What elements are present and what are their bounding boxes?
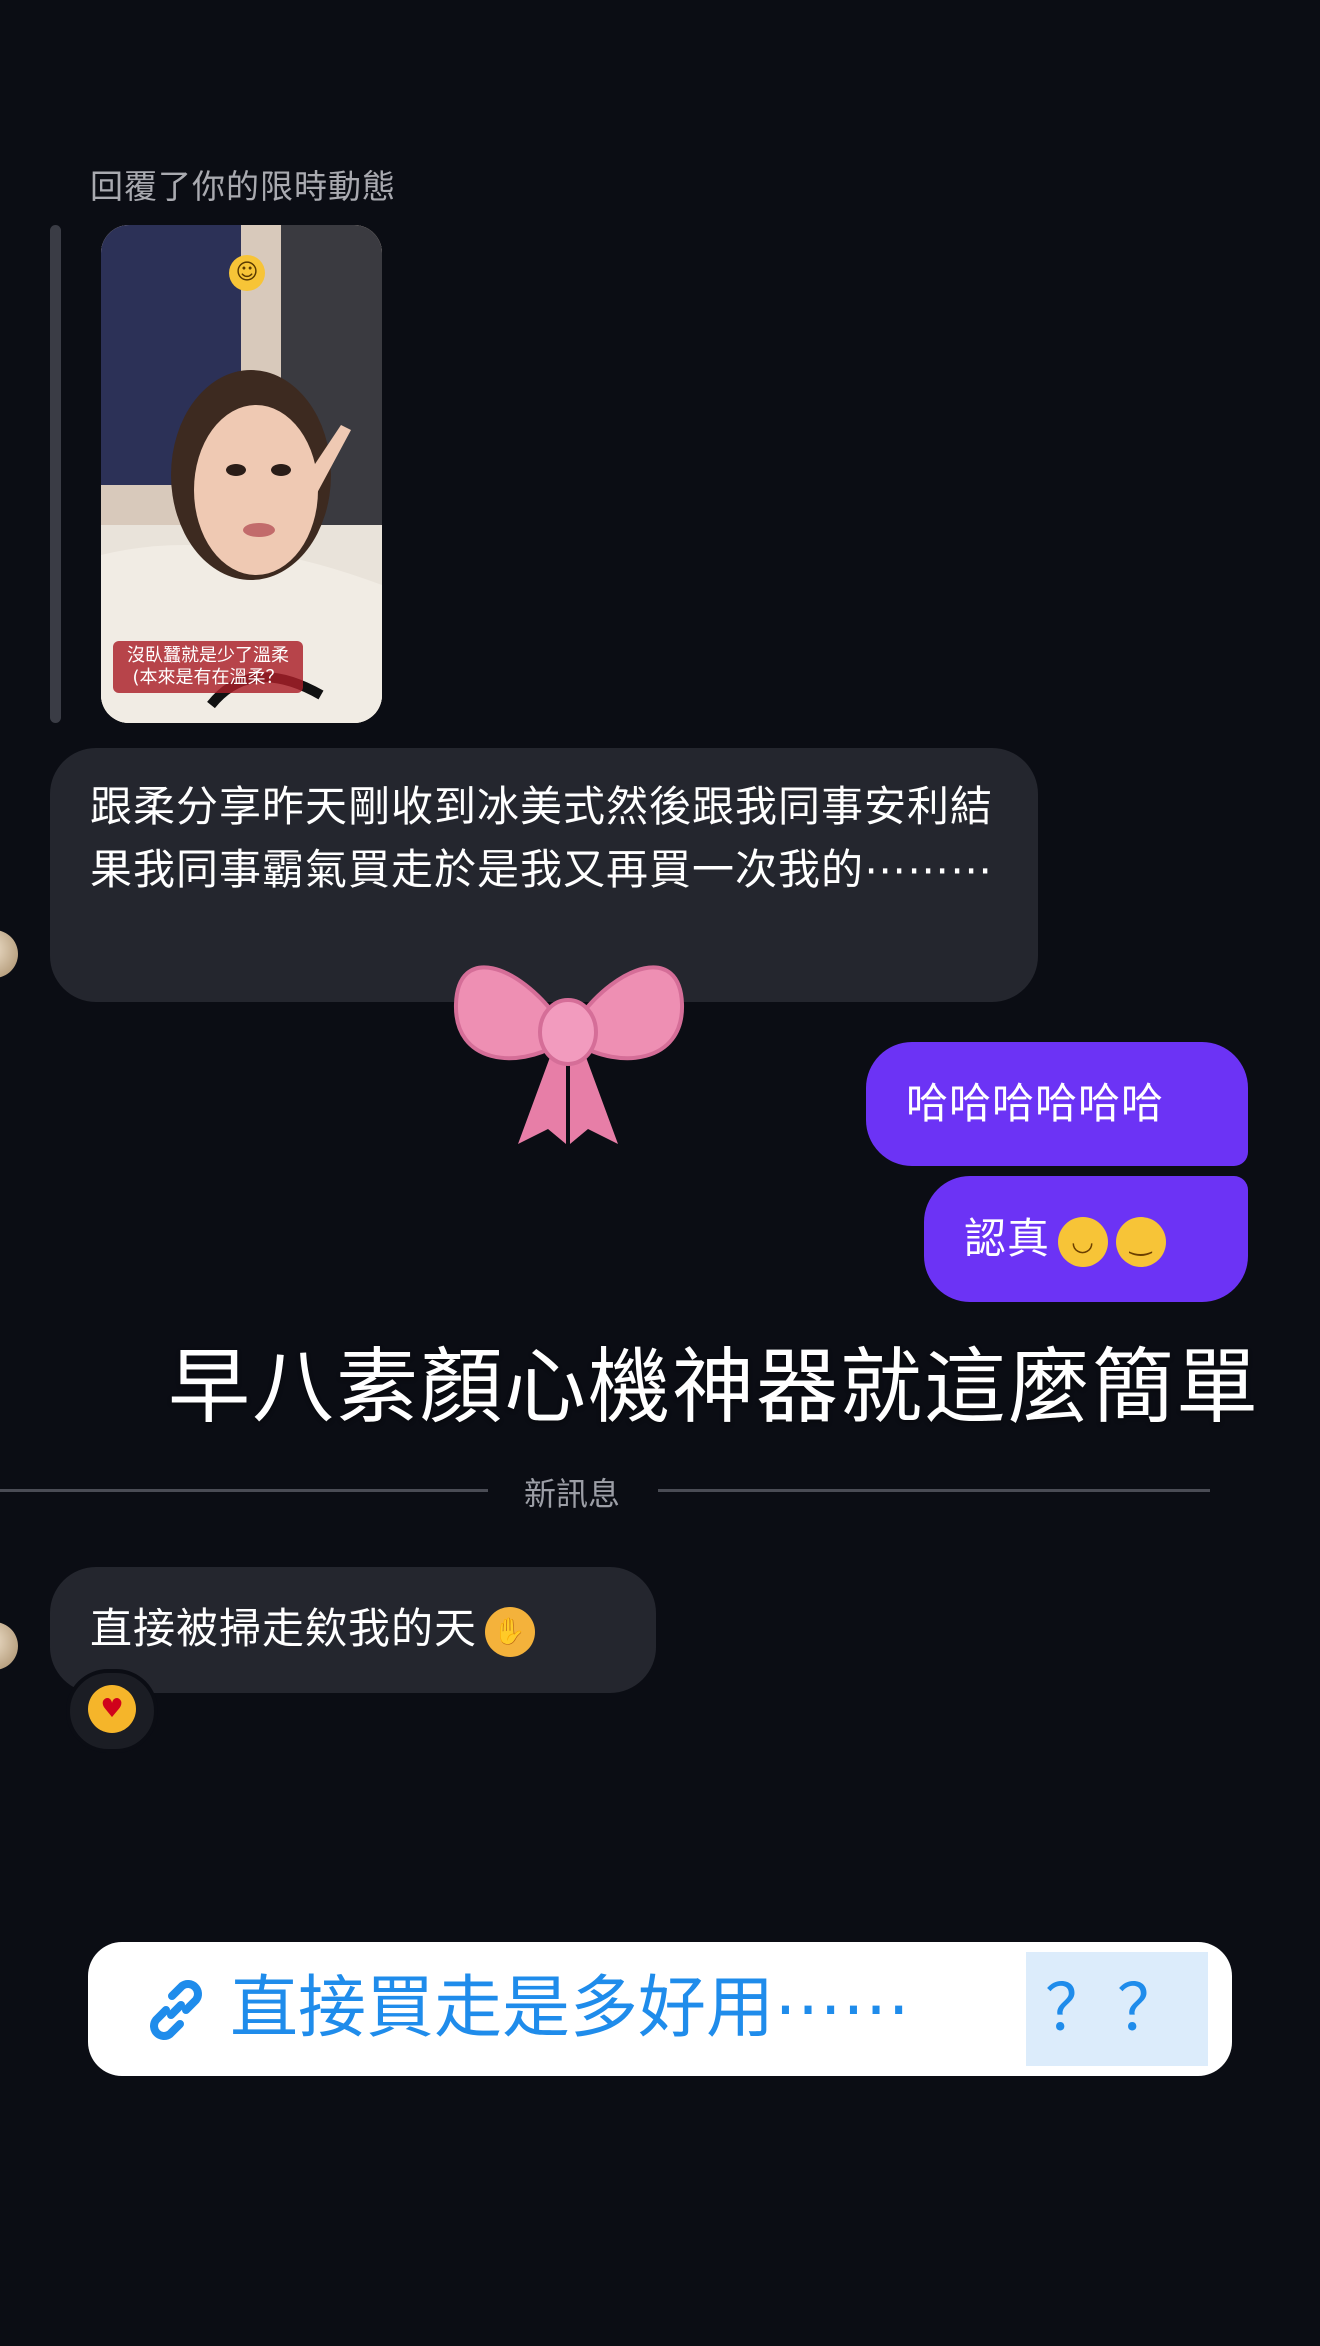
link-sticker[interactable]: 直接買走是多好用⋯⋯ ？？ bbox=[88, 1942, 1232, 2076]
sender-avatar[interactable] bbox=[0, 1622, 18, 1670]
link-icon bbox=[150, 1980, 202, 2040]
new-messages-divider: 新訊息 bbox=[523, 1475, 620, 1513]
link-sticker-question-marks: ？？ bbox=[1026, 1952, 1208, 2066]
story-caption-line-1: 沒臥蠶就是少了溫柔 bbox=[127, 645, 289, 666]
facepalm-icon: ✋ bbox=[485, 1606, 536, 1657]
message-text: 直接被掃走欸我的天 bbox=[90, 1604, 478, 1653]
sender-avatar[interactable] bbox=[0, 930, 18, 978]
sent-message[interactable]: 認真 ◡ ‿ bbox=[924, 1176, 1248, 1302]
received-message[interactable]: 直接被掃走欸我的天 ✋ bbox=[50, 1567, 656, 1693]
message-text: 認真 bbox=[964, 1214, 1051, 1263]
heart-eyes-icon: ♥ bbox=[88, 1685, 136, 1733]
divider-line-right bbox=[658, 1489, 1210, 1492]
smirking-face-icon: ‿ bbox=[1116, 1216, 1167, 1267]
message-text: 跟柔分享昨天剛收到冰美式然後跟我同事安利結果我同事霸氣買走於是我又再買一次我的⋯… bbox=[90, 782, 994, 894]
story-caption: 沒臥蠶就是少了溫柔 (本來是有在溫柔？ bbox=[113, 641, 303, 693]
message-text: 哈哈哈哈哈哈 bbox=[906, 1079, 1165, 1128]
sent-message[interactable]: 哈哈哈哈哈哈 bbox=[866, 1042, 1248, 1166]
story-caption-line-2: (本來是有在溫柔？ bbox=[132, 667, 284, 688]
pink-bow-sticker[interactable] bbox=[448, 944, 688, 1158]
link-sticker-text: 直接買走是多好用⋯⋯ bbox=[230, 1969, 911, 2048]
reply-quote-bar bbox=[50, 225, 61, 723]
kissing-face-icon: ☺ bbox=[229, 255, 265, 291]
reply-to-story-label: 回覆了你的限時動態 bbox=[90, 167, 396, 206]
story-thumbnail[interactable]: ☺ 沒臥蠶就是少了溫柔 (本來是有在溫柔？ bbox=[101, 225, 382, 723]
message-reaction[interactable]: ♥ bbox=[66, 1669, 158, 1753]
overlay-title-text: 早八素顏心機神器就這麼簡單 bbox=[168, 1340, 1261, 1435]
bow-icon bbox=[453, 965, 685, 1144]
divider-line-left bbox=[0, 1489, 488, 1492]
relieved-face-icon: ◡ bbox=[1058, 1216, 1109, 1267]
